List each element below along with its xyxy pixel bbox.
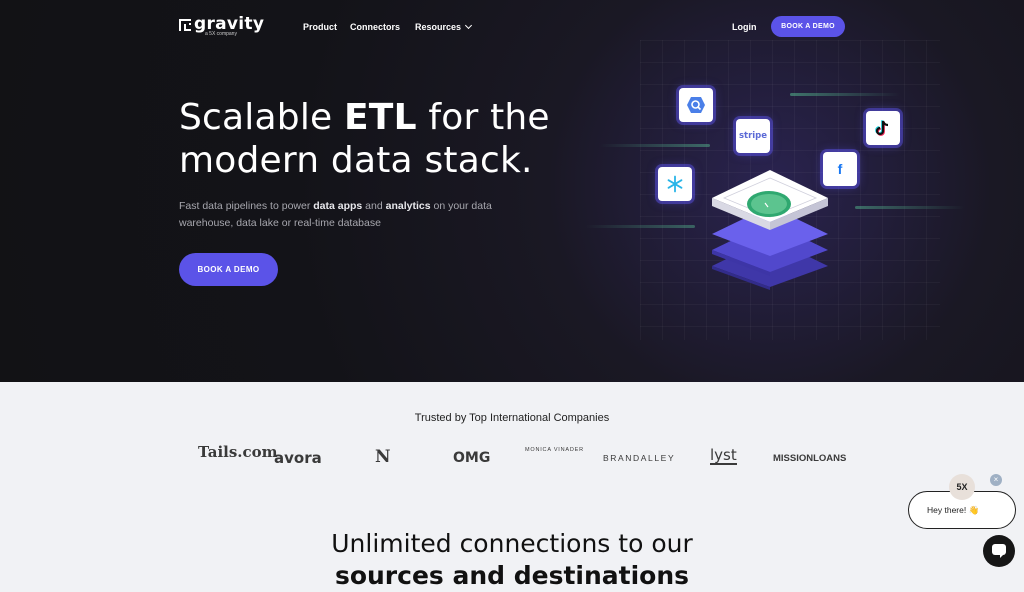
headline-part: Scalable bbox=[179, 97, 345, 138]
brand-logo-monica-vinader: MONICA VINADER bbox=[525, 447, 584, 453]
light-streak bbox=[585, 225, 695, 228]
light-streak bbox=[600, 144, 710, 147]
chat-avatar: 5X bbox=[949, 474, 975, 500]
hero-headline: Scalable ETL for the modern data stack. bbox=[179, 96, 550, 182]
chevron-down-icon bbox=[464, 21, 473, 30]
chat-close-button[interactable]: × bbox=[990, 474, 1002, 486]
nav-product[interactable]: Product bbox=[303, 22, 337, 32]
hero-subtitle: Fast data pipelines to power data apps a… bbox=[179, 198, 499, 232]
logo-mark-icon bbox=[179, 19, 191, 31]
tiktok-icon bbox=[866, 111, 900, 145]
data-stack-illustration bbox=[712, 170, 828, 290]
headline-line2: modern data stack. bbox=[179, 140, 533, 181]
stripe-icon: stripe bbox=[736, 119, 770, 153]
headline-bold: ETL bbox=[344, 97, 417, 138]
brand-logo-omg: OMG bbox=[453, 450, 491, 466]
hero-book-demo-button[interactable]: BOOK A DEMO bbox=[179, 253, 278, 286]
nav-resources-label: Resources bbox=[415, 22, 462, 32]
nav-resources[interactable]: Resources bbox=[415, 21, 473, 32]
top-navigation: gravity a 5X company Product Connectors … bbox=[0, 0, 1024, 54]
brand-logo-avora: avora bbox=[274, 449, 322, 467]
sub-text: Fast data pipelines to power bbox=[179, 200, 314, 212]
brand-logo-lyst: lyst bbox=[710, 446, 737, 465]
brand-logo-brandalley: BRANDALLEY bbox=[603, 453, 676, 463]
sub-text: and bbox=[362, 200, 386, 212]
logo-subtitle: a 5X company bbox=[205, 31, 237, 37]
hero-section: gravity a 5X company Product Connectors … bbox=[0, 0, 1024, 382]
chat-bubble-tail-icon bbox=[1000, 553, 1005, 558]
nav-book-demo-button[interactable]: BOOK A DEMO bbox=[771, 16, 845, 37]
headline-part: for the bbox=[416, 97, 550, 138]
sub-bold: analytics bbox=[385, 200, 431, 212]
light-streak bbox=[855, 206, 965, 209]
light-streak bbox=[790, 93, 900, 96]
bigquery-icon bbox=[679, 88, 713, 122]
section-title-line2: sources and destinations bbox=[334, 561, 690, 590]
snowflake-icon bbox=[658, 167, 692, 201]
brand-logo-missionloans: MISSIONLOANS bbox=[773, 453, 847, 464]
section-title-line1: Unlimited connections to our bbox=[331, 529, 693, 558]
nav-login[interactable]: Login bbox=[732, 22, 757, 32]
nav-connectors[interactable]: Connectors bbox=[350, 22, 400, 32]
brand-logo-n: N bbox=[375, 447, 391, 467]
trusted-by-title: Trusted by Top International Companies bbox=[414, 412, 610, 424]
connections-section-title: Unlimited connections to our sources and… bbox=[0, 528, 1024, 592]
sub-bold: data apps bbox=[313, 200, 363, 212]
brand-logo-tails: Tails.com bbox=[198, 443, 278, 461]
stripe-label: stripe bbox=[738, 131, 768, 141]
chat-launcher-button[interactable] bbox=[983, 535, 1015, 567]
